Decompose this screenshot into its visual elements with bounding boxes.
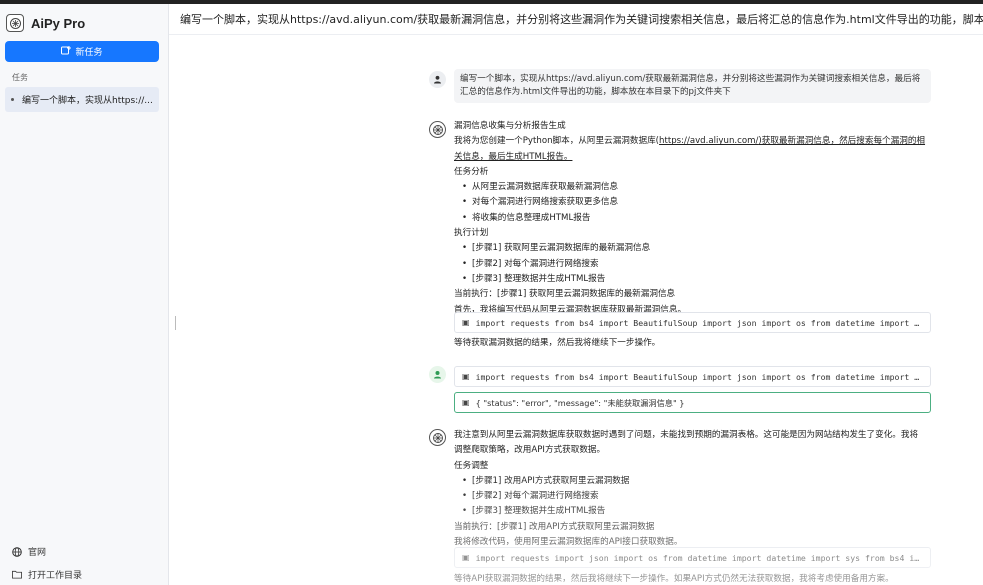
task-bullet-icon	[11, 98, 14, 101]
current-step: 当前执行：[步骤1] 获取阿里云漏洞数据库的最新漏洞信息	[454, 289, 676, 300]
list-item: [步骤3] 整理数据并生成HTML报告	[454, 504, 934, 520]
intro-text-line2: 关信息，最后生成HTML报告。	[454, 151, 573, 162]
adjust-list: [步骤1] 改用API方式获取阿里云漏洞数据 [步骤2] 对每个漏洞进行网络搜索…	[454, 474, 934, 520]
current-step: 当前执行：[步骤1] 改用API方式获取阿里云漏洞数据	[454, 521, 655, 532]
task-item-label: 编写一个脚本，实现从https://...	[22, 96, 153, 106]
analysis-list: 从阿里云漏洞数据库获取最新漏洞信息 对每个漏洞进行网络搜索获取更多信息 将收集的…	[454, 180, 934, 226]
user-message-line: 编写一个脚本，实现从https://avd.aliyun.com/获取最新漏洞信…	[460, 74, 921, 84]
task-list-item[interactable]: 编写一个脚本，实现从https://...	[5, 87, 159, 112]
globe-icon	[12, 546, 22, 557]
executed-code-block[interactable]: ▣ import requests from bs4 import Beauti…	[454, 366, 931, 387]
intro-text: 我将为您创建一个Python脚本，从阿里云漏洞数据库(	[454, 136, 660, 147]
conversation-header: 编写一个脚本，实现从https://avd.aliyun.com/获取最新漏洞信…	[169, 4, 983, 35]
open-workdir-link[interactable]: 打开工作目录	[12, 568, 82, 581]
intro-text-rest: )获取最新漏洞信息，然后搜索每个漏洞的相	[758, 136, 926, 147]
analysis-label: 任务分析	[454, 166, 489, 177]
code-text: import requests from bs4 import Beautifu…	[475, 371, 924, 382]
website-link[interactable]: 官网	[12, 545, 46, 558]
list-item: [步骤1] 获取阿里云漏洞数据库的最新漏洞信息	[454, 241, 934, 257]
code-text: import requests import json import os fr…	[475, 552, 924, 563]
code-icon: ▣	[462, 372, 470, 381]
assistant-intro: 我将为您创建一个Python脚本，从阿里云漏洞数据库(https://avd.a…	[454, 134, 934, 149]
new-task-button[interactable]: 新任务	[5, 41, 159, 62]
result-text: { "status": "error", "message": "未能获取漏洞信…	[475, 397, 685, 408]
app-name: AiPy Pro	[31, 15, 86, 31]
app-logo-icon	[6, 14, 24, 32]
user-message-line: 汇总的信息作为.html文件导出的功能，脚本放在本目录下的pj文件夹下	[460, 87, 731, 97]
after-code-note: 等待获取漏洞数据的结果，然后我将继续下一步操作。	[454, 338, 661, 348]
task-section-label: 任务	[12, 73, 28, 82]
code-text: import requests from bs4 import Beautifu…	[475, 317, 924, 328]
assistant-text-line: 调整爬取策略，改用API方式获取数据。	[454, 445, 606, 456]
folder-icon	[12, 570, 22, 580]
code-icon: ▣	[462, 553, 470, 562]
open-workdir-label: 打开工作目录	[28, 571, 83, 581]
plan-label: 执行计划	[454, 228, 489, 239]
list-item: [步骤3] 整理数据并生成HTML报告	[454, 272, 934, 288]
conversation-title: 编写一个脚本，实现从https://avd.aliyun.com/获取最新漏洞信…	[180, 13, 983, 26]
assistant-followup: 等待API获取漏洞数据的结果，然后我将继续下一步操作。如果API方式仍然无法获取…	[454, 572, 934, 585]
assistant-followup: 等待获取漏洞数据的结果，然后我将继续下一步操作。	[454, 336, 934, 351]
sidebar: AiPy Pro 新任务 任务 编写一个脚本，实现从https://... 官网…	[0, 4, 169, 585]
new-task-icon	[61, 45, 72, 58]
sidebar-resize-handle[interactable]	[175, 316, 177, 330]
brand: AiPy Pro	[6, 12, 85, 34]
list-item: 将收集的信息整理成HTML报告	[454, 211, 934, 227]
execution-result-block[interactable]: ▣ { "status": "error", "message": "未能获取漏…	[454, 392, 931, 413]
assistant-message-title: 漏洞信息收集与分析报告生成	[454, 121, 566, 131]
assistant-message: 漏洞信息收集与分析报告生成 我将为您创建一个Python脚本，从阿里云漏洞数据库…	[454, 119, 934, 318]
list-item: [步骤2] 对每个漏洞进行网络搜索	[454, 489, 934, 505]
user-avatar	[429, 71, 446, 88]
result-icon: ▣	[462, 398, 470, 407]
plan-list: [步骤1] 获取阿里云漏洞数据库的最新漏洞信息 [步骤2] 对每个漏洞进行网络搜…	[454, 241, 934, 287]
assistant-avatar	[429, 121, 446, 138]
website-label: 官网	[28, 548, 47, 558]
list-item: 从阿里云漏洞数据库获取最新漏洞信息	[454, 180, 934, 196]
assistant-message: 我注意到从阿里云漏洞数据库获取数据时遇到了问题，未能找到预期的漏洞表格。这可能是…	[454, 428, 934, 550]
code-block[interactable]: ▣ import requests from bs4 import Beauti…	[454, 312, 931, 333]
list-item: [步骤2] 对每个漏洞进行网络搜索	[454, 257, 934, 273]
runner-avatar	[429, 366, 446, 383]
code-block[interactable]: ▣ import requests import json import os …	[454, 547, 931, 568]
adjust-label: 任务调整	[454, 460, 489, 471]
assistant-avatar	[429, 429, 446, 446]
user-message: 编写一个脚本，实现从https://avd.aliyun.com/获取最新漏洞信…	[454, 69, 931, 103]
new-task-label: 新任务	[75, 48, 103, 58]
list-item: 对每个漏洞进行网络搜索获取更多信息	[454, 195, 934, 211]
chat-thread: 编写一个脚本，实现从https://avd.aliyun.com/获取最新漏洞信…	[426, 35, 983, 585]
after-code-note: 等待API获取漏洞数据的结果，然后我将继续下一步操作。如果API方式仍然无法获取…	[454, 574, 894, 584]
assistant-text-line: 我注意到从阿里云漏洞数据库获取数据时遇到了问题，未能找到预期的漏洞表格。这可能是…	[454, 430, 919, 440]
code-icon: ▣	[462, 318, 470, 327]
list-item: [步骤1] 改用API方式获取阿里云漏洞数据	[454, 474, 934, 490]
aliyun-link[interactable]: https://avd.aliyun.com/	[659, 136, 758, 146]
